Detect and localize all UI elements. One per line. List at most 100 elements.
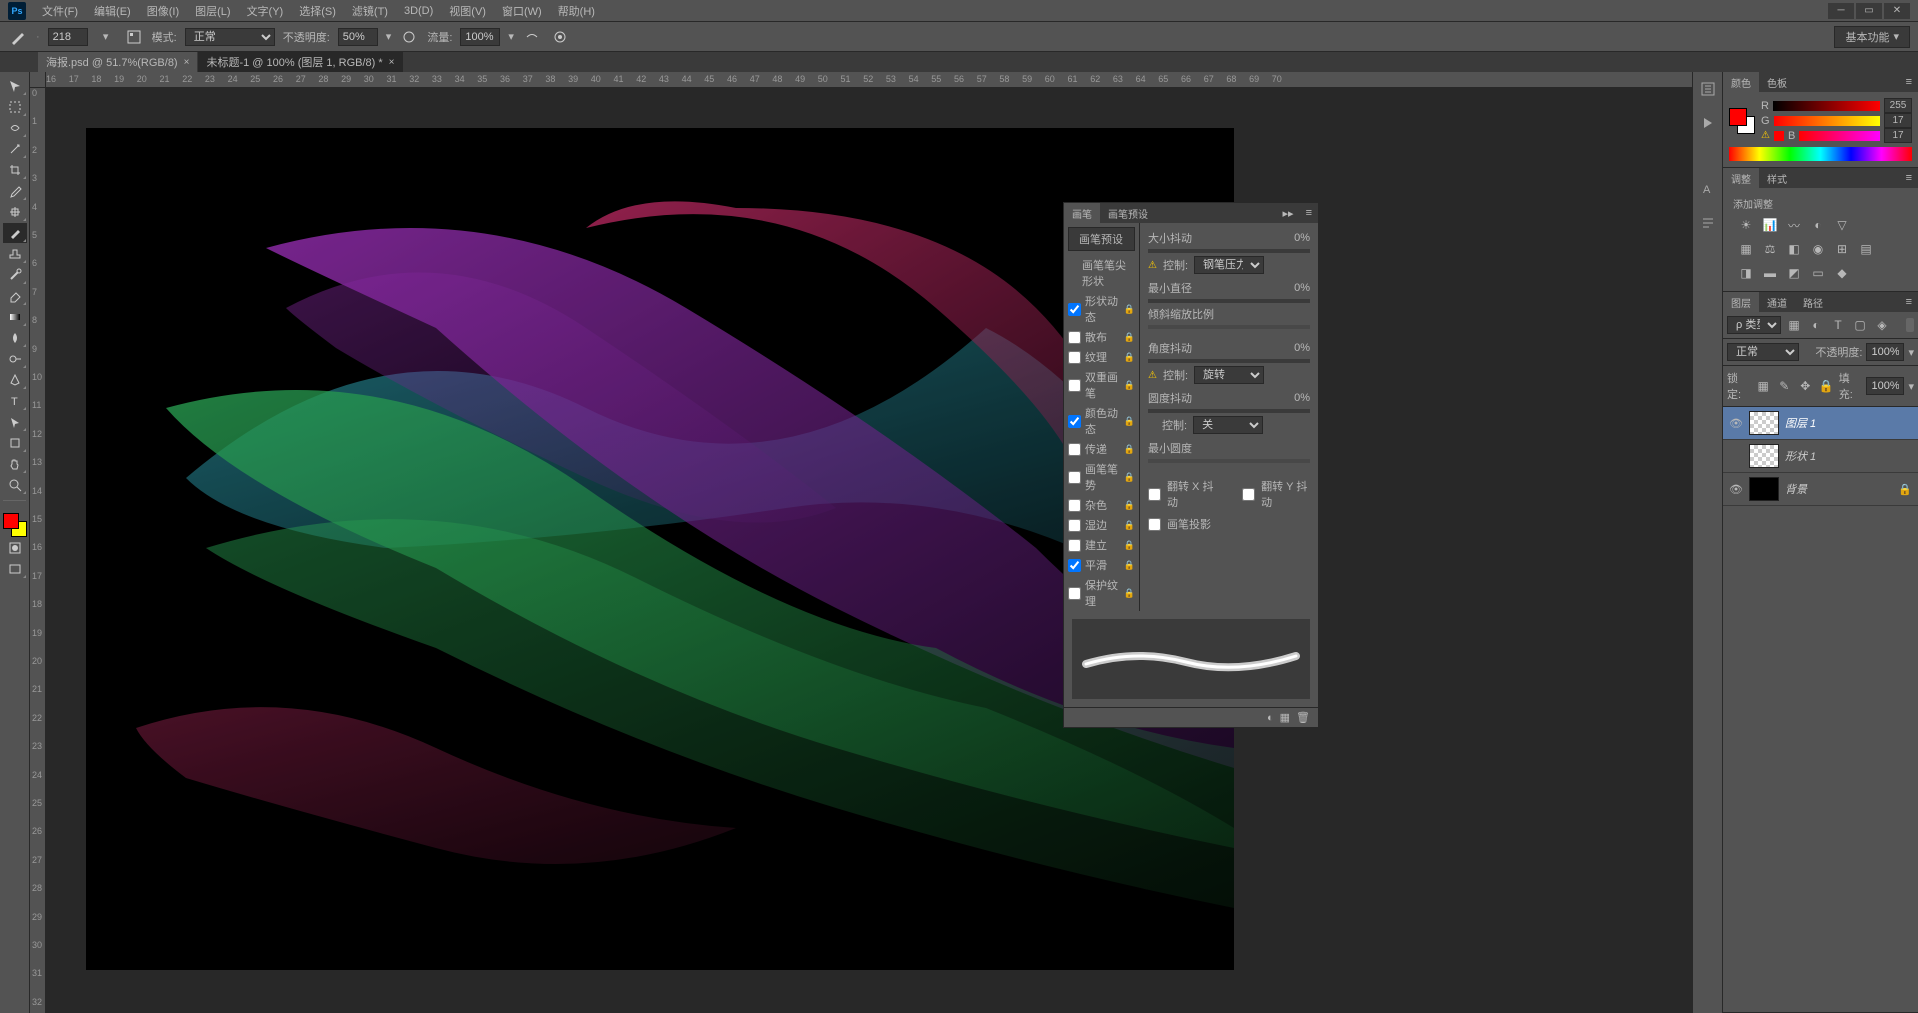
layer-thumbnail[interactable] bbox=[1749, 411, 1779, 435]
visibility-toggle[interactable] bbox=[1729, 449, 1743, 463]
menu-image[interactable]: 图像(I) bbox=[139, 0, 187, 22]
r-value[interactable]: 255 bbox=[1884, 98, 1912, 113]
warning-color-swatch[interactable] bbox=[1774, 131, 1784, 141]
brush-panel-toggle-icon[interactable] bbox=[124, 27, 144, 47]
brush-option-checkbox[interactable] bbox=[1068, 443, 1081, 456]
visibility-toggle[interactable]: 👁 bbox=[1729, 416, 1743, 430]
lock-icon[interactable]: 🔒 bbox=[1124, 588, 1135, 599]
layer-row[interactable]: 形状 1 bbox=[1723, 440, 1918, 473]
bw-icon[interactable]: ◧ bbox=[1785, 241, 1803, 257]
zoom-tool[interactable] bbox=[3, 475, 27, 495]
control-select[interactable]: 钢笔压力 bbox=[1194, 256, 1264, 274]
menu-type[interactable]: 文字(Y) bbox=[239, 0, 292, 22]
brush-option-保护纹理[interactable]: 保护纹理🔒 bbox=[1064, 575, 1139, 611]
crop-tool[interactable] bbox=[3, 160, 27, 180]
visibility-toggle[interactable]: 👁 bbox=[1729, 482, 1743, 496]
document-tab[interactable]: 海报.psd @ 51.7%(RGB/8)× bbox=[38, 51, 197, 72]
tab-brush-presets[interactable]: 画笔预设 bbox=[1100, 203, 1156, 224]
panel-menu-icon[interactable]: ≡ bbox=[1900, 296, 1918, 308]
lock-pixels-icon[interactable]: ✎ bbox=[1776, 378, 1793, 394]
brush-option-纹理[interactable]: 纹理🔒 bbox=[1064, 347, 1139, 367]
angle-jitter-slider[interactable] bbox=[1148, 359, 1310, 363]
menu-select[interactable]: 选择(S) bbox=[291, 0, 344, 22]
brush-tool[interactable] bbox=[3, 223, 27, 243]
document-canvas[interactable] bbox=[86, 128, 1234, 970]
shape-tool[interactable] bbox=[3, 433, 27, 453]
brush-option-建立[interactable]: 建立🔒 bbox=[1064, 535, 1139, 555]
actions-panel-icon[interactable] bbox=[1697, 112, 1719, 134]
stamp-tool[interactable] bbox=[3, 244, 27, 264]
blend-mode-select[interactable]: 正常 bbox=[185, 28, 275, 46]
ruler-horizontal[interactable]: 1617181920212223242526272829303132333435… bbox=[46, 72, 1692, 88]
r-slider[interactable] bbox=[1773, 101, 1880, 111]
screenmode-tool[interactable] bbox=[3, 559, 27, 579]
control3-select[interactable]: 关 bbox=[1193, 416, 1263, 434]
close-button[interactable]: ✕ bbox=[1884, 3, 1910, 19]
exposure-icon[interactable]: ◐ bbox=[1809, 217, 1827, 233]
trash-icon[interactable]: 🗑 bbox=[1296, 711, 1310, 724]
eraser-tool[interactable] bbox=[3, 286, 27, 306]
b-slider[interactable] bbox=[1799, 131, 1880, 141]
control2-select[interactable]: 旋转 bbox=[1194, 366, 1264, 384]
lock-icon[interactable]: 🔒 bbox=[1124, 444, 1135, 455]
brush-tip-shape[interactable]: 画笔笔尖形状 bbox=[1064, 255, 1139, 291]
character-panel-icon[interactable]: A bbox=[1697, 178, 1719, 200]
tab-adjustments[interactable]: 调整 bbox=[1723, 168, 1759, 189]
flip-x-checkbox[interactable] bbox=[1148, 488, 1161, 501]
g-slider[interactable] bbox=[1774, 116, 1880, 126]
airbrush-icon[interactable] bbox=[522, 27, 542, 47]
blur-tool[interactable] bbox=[3, 328, 27, 348]
brush-option-checkbox[interactable] bbox=[1068, 351, 1081, 364]
lock-icon[interactable]: 🔒 bbox=[1124, 472, 1135, 483]
layer-filter-select[interactable]: ρ 类型 bbox=[1727, 316, 1781, 334]
selective-color-icon[interactable]: ◆ bbox=[1833, 265, 1851, 281]
brush-size-input[interactable] bbox=[48, 28, 88, 46]
menu-edit[interactable]: 编辑(E) bbox=[86, 0, 139, 22]
brush-option-双重画笔[interactable]: 双重画笔🔒 bbox=[1064, 367, 1139, 403]
brush-option-checkbox[interactable] bbox=[1068, 559, 1081, 572]
posterize-icon[interactable]: ▬ bbox=[1761, 265, 1779, 281]
threshold-icon[interactable]: ◩ bbox=[1785, 265, 1803, 281]
document-tab[interactable]: 未标题-1 @ 100% (图层 1, RGB/8) *× bbox=[198, 51, 402, 72]
filter-toggle[interactable] bbox=[1906, 318, 1914, 332]
menu-help[interactable]: 帮助(H) bbox=[550, 0, 603, 22]
menu-view[interactable]: 视图(V) bbox=[441, 0, 494, 22]
lock-icon[interactable]: 🔒 bbox=[1124, 520, 1135, 531]
brush-option-颜色动态[interactable]: 颜色动态🔒 bbox=[1064, 403, 1139, 439]
brush-option-checkbox[interactable] bbox=[1068, 415, 1081, 428]
brush-option-checkbox[interactable] bbox=[1068, 471, 1081, 484]
lock-icon[interactable]: 🔒 bbox=[1124, 332, 1135, 343]
wand-tool[interactable] bbox=[3, 139, 27, 159]
workspace-switcher[interactable]: 基本功能▾ bbox=[1834, 26, 1910, 48]
menu-file[interactable]: 文件(F) bbox=[34, 0, 86, 22]
brush-option-形状动态[interactable]: 形状动态🔒 bbox=[1064, 291, 1139, 327]
marquee-tool[interactable] bbox=[3, 97, 27, 117]
brush-option-散布[interactable]: 散布🔒 bbox=[1064, 327, 1139, 347]
brush-option-checkbox[interactable] bbox=[1068, 539, 1081, 552]
move-tool[interactable] bbox=[3, 76, 27, 96]
lock-icon[interactable]: 🔒 bbox=[1124, 416, 1135, 427]
lock-icon[interactable]: 🔒 bbox=[1124, 540, 1135, 551]
layer-row[interactable]: 👁图层 1 bbox=[1723, 407, 1918, 440]
min-diameter-slider[interactable] bbox=[1148, 299, 1310, 303]
tab-styles[interactable]: 样式 bbox=[1759, 168, 1795, 189]
b-value[interactable]: 17 bbox=[1884, 128, 1912, 143]
quickmask-tool[interactable] bbox=[3, 538, 27, 558]
eyedropper-tool[interactable] bbox=[3, 181, 27, 201]
layer-opacity-input[interactable] bbox=[1866, 343, 1904, 361]
hue-icon[interactable]: ▦ bbox=[1737, 241, 1755, 257]
menu-layer[interactable]: 图层(L) bbox=[187, 0, 238, 22]
lock-icon[interactable]: 🔒 bbox=[1124, 304, 1135, 315]
tab-color[interactable]: 颜色 bbox=[1723, 72, 1759, 93]
filter-type-icon[interactable]: T bbox=[1829, 317, 1847, 333]
history-brush-tool[interactable] bbox=[3, 265, 27, 285]
brush-option-传递[interactable]: 传递🔒 bbox=[1064, 439, 1139, 459]
layer-thumbnail[interactable] bbox=[1749, 444, 1779, 468]
dodge-tool[interactable] bbox=[3, 349, 27, 369]
size-jitter-slider[interactable] bbox=[1148, 249, 1310, 253]
color-balance-icon[interactable]: ⚖ bbox=[1761, 241, 1779, 257]
panel-menu-icon[interactable]: ≡ bbox=[1300, 207, 1318, 219]
color-swatches[interactable] bbox=[1729, 108, 1755, 134]
g-value[interactable]: 17 bbox=[1884, 113, 1912, 128]
filter-pixel-icon[interactable]: ▦ bbox=[1785, 317, 1803, 333]
